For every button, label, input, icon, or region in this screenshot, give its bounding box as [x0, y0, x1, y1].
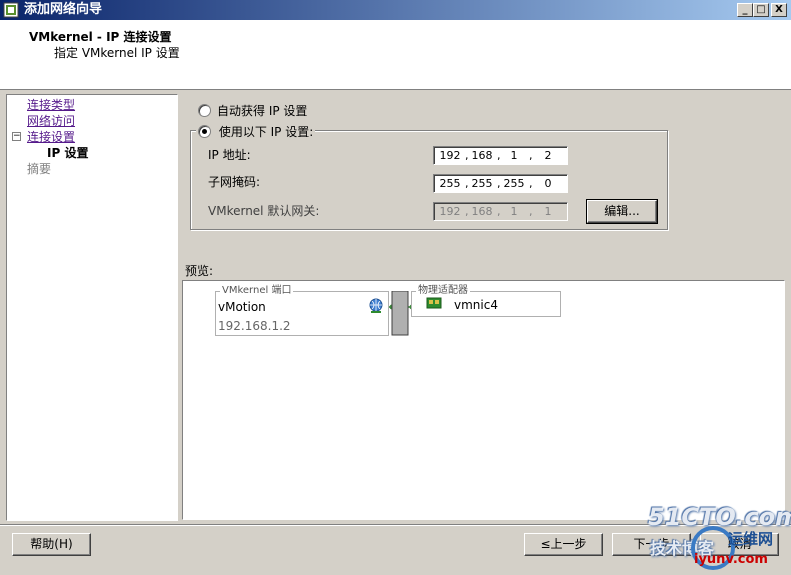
minimize-button[interactable]: _ [737, 3, 753, 17]
wizard-header: VMkernel - IP 连接设置 指定 VMkernel IP 设置 [0, 20, 791, 90]
watermark-logo-text: 运维网 [728, 530, 774, 548]
title-bar: 添加网络向导 _ □ X [0, 0, 791, 20]
adapter-name: vmnic4 [454, 298, 498, 312]
ip-octet: 1 [510, 149, 518, 162]
gateway-octet: 1 [510, 205, 518, 218]
vmkernel-globe-icon [369, 298, 383, 313]
ip-octet: 2 [544, 149, 552, 162]
ip-octet: 168 [471, 149, 493, 162]
close-button[interactable]: X [771, 3, 787, 17]
port-group-title: VMkernel 端口 [220, 285, 294, 297]
preview-label: 预览: [185, 264, 214, 278]
octet-separator: , [529, 205, 533, 218]
auto-ip-label: 自动获得 IP 设置 [217, 104, 308, 118]
vsphere-app-icon [3, 2, 19, 18]
auto-ip-radio[interactable] [198, 104, 211, 117]
mask-octet: 255 [471, 177, 493, 190]
collapse-icon[interactable]: − [12, 132, 21, 141]
gateway-label: VMkernel 默认网关: [208, 204, 320, 218]
ip-address-field[interactable]: 192 , 168 , 1 , 2 [433, 146, 568, 165]
manual-ip-radio[interactable] [198, 125, 211, 138]
nav-item-summary: 摘要 [27, 162, 52, 176]
help-button[interactable]: 帮助(H) [12, 533, 91, 556]
vmkernel-port-box: VMkernel 端口 vMotion 192.168.1.2 [215, 285, 389, 336]
subnet-mask-field[interactable]: 255 , 255 , 255 , 0 [433, 174, 568, 193]
network-preview-panel: VMkernel 端口 vMotion 192.168.1.2 物理适配器 vm… [182, 280, 785, 520]
wizard-step-nav: 连接类型 网络访问 − 连接设置 IP 设置 摘要 [6, 94, 178, 521]
maximize-button[interactable]: □ [753, 3, 769, 17]
mask-octet: 0 [544, 177, 552, 190]
manual-ip-legend: 使用以下 IP 设置: [196, 123, 316, 140]
physical-adapter-box: 物理适配器 vmnic4 [411, 285, 561, 317]
adapter-group-title: 物理适配器 [416, 285, 470, 297]
mask-octet: 255 [503, 177, 525, 190]
mask-octet: 255 [439, 177, 461, 190]
back-button[interactable]: ≤上一步 [524, 533, 603, 556]
gateway-field: 192 , 168 , 1 , 1 [433, 202, 568, 221]
port-ip: 192.168.1.2 [218, 319, 291, 333]
ip-address-label: IP 地址: [208, 148, 251, 162]
gateway-octet: 1 [544, 205, 552, 218]
port-name: vMotion [218, 300, 266, 314]
nav-item-network-access[interactable]: 网络访问 [27, 114, 75, 129]
edit-gateway-button[interactable]: 编辑... [586, 199, 658, 224]
ip-octet: 192 [439, 149, 461, 162]
gateway-octet: 192 [439, 205, 461, 218]
window-title: 添加网络向导 [24, 2, 103, 17]
subnet-mask-label: 子网掩码: [208, 175, 261, 189]
page-title: VMkernel - IP 连接设置 [29, 30, 172, 44]
gateway-octet: 168 [471, 205, 493, 218]
manual-ip-label: 使用以下 IP 设置: [218, 125, 314, 139]
octet-separator: , [529, 149, 533, 162]
nav-item-connection-settings[interactable]: 连接设置 [27, 130, 75, 145]
nav-item-ip-settings: IP 设置 [47, 146, 89, 160]
page-subtitle: 指定 VMkernel IP 设置 [54, 46, 180, 60]
octet-separator: , [529, 177, 533, 190]
nav-item-connection-type[interactable]: 连接类型 [27, 98, 75, 113]
network-card-icon [426, 297, 442, 309]
watermark-url: iyunv.com [694, 552, 768, 567]
